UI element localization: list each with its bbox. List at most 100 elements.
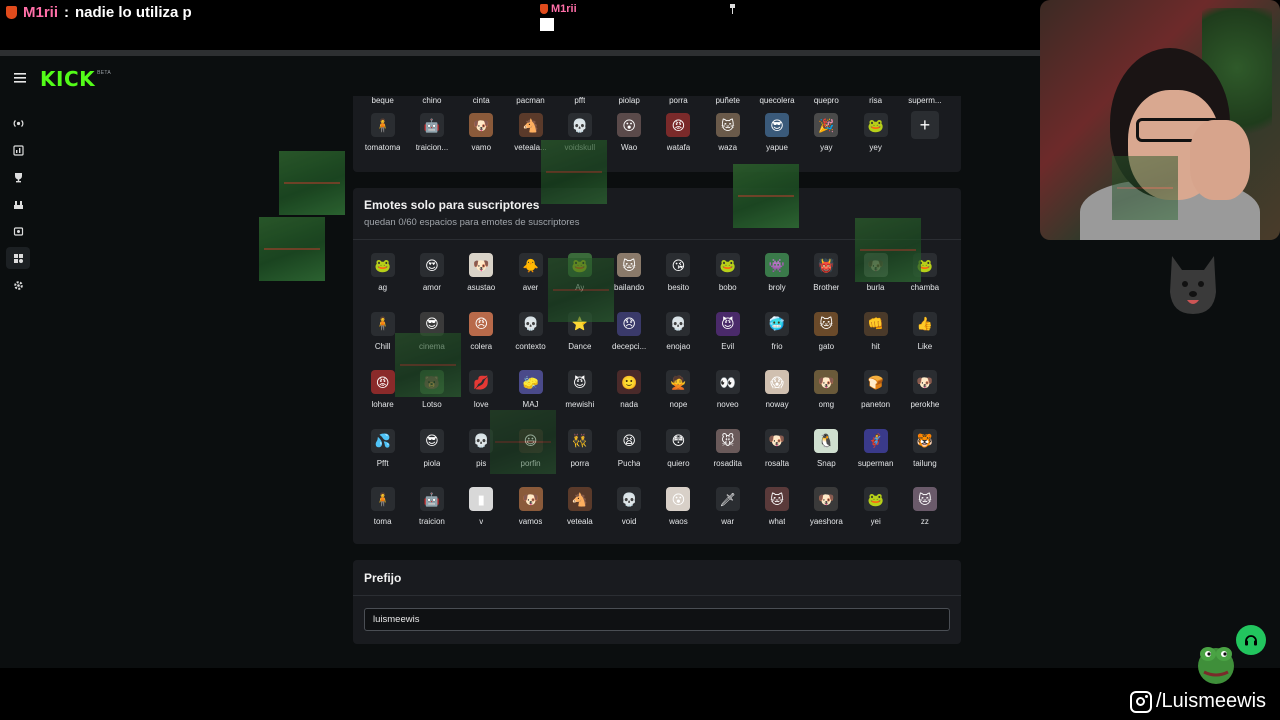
emote-image: 🐱 [765, 487, 790, 512]
emote-item[interactable]: 😈 Evil [703, 309, 752, 368]
emote-item[interactable]: 🐸 ag [358, 250, 407, 309]
sidebar-item-moderation[interactable] [6, 220, 30, 242]
emote-item[interactable]: 😎 piola [407, 426, 456, 485]
emote-item[interactable]: 🐶 vamos [506, 484, 555, 543]
emote-item[interactable]: 🤖 traicion [407, 484, 456, 543]
emote-name: tomatoma [364, 143, 401, 152]
emote-item[interactable]: 🥶 frio [752, 309, 801, 368]
emote-item[interactable]: 💀 enojao [654, 309, 703, 368]
emote-item[interactable]: 😠 colera [457, 309, 506, 368]
emote-item[interactable]: 👀 noveo [703, 367, 752, 426]
emote-item[interactable]: chino [407, 96, 456, 110]
emote-item[interactable]: 👹 Brother [802, 250, 851, 309]
emote-item[interactable]: quecolera [752, 96, 801, 110]
emote-item[interactable]: 🙅 nope [654, 367, 703, 426]
support-headset-button[interactable] [1236, 625, 1266, 655]
sidebar-item-gear[interactable] [6, 274, 30, 296]
add-emote-button[interactable]: + [910, 111, 939, 139]
emote-name: zz [920, 517, 929, 527]
prefix-input[interactable] [364, 608, 950, 631]
emote-item[interactable]: 🐱 what [752, 484, 801, 543]
emote-name: Lotso [422, 400, 442, 410]
emote-item[interactable]: 😳 quiero [654, 426, 703, 485]
kick-logo[interactable]: KICK BETA [40, 68, 111, 90]
emote-item[interactable]: 🐱 waza [703, 110, 752, 169]
emote-name: omg [818, 400, 835, 410]
emote-name: colera [470, 341, 493, 351]
emote-item[interactable]: 🐶 yaeshora [802, 484, 851, 543]
emote-item[interactable]: 😱 noway [752, 367, 801, 426]
stream-effect [279, 151, 345, 215]
emote-image: 🐴 [518, 113, 543, 137]
emote-name: bobo [718, 283, 737, 292]
emote-item[interactable]: 🦸 superman [851, 426, 900, 485]
emote-item[interactable]: 🐱 gato [802, 309, 851, 368]
chat-text: nadie lo utiliza p [75, 4, 192, 21]
emote-name: love [473, 400, 489, 410]
sidebar-item-community[interactable] [6, 193, 30, 215]
emote-item[interactable]: 🐶 vamo [457, 110, 506, 169]
emote-item[interactable]: pacman [506, 96, 555, 110]
emote-item[interactable]: 😮 Wao [604, 110, 653, 169]
emote-item[interactable]: 😘 besito [654, 250, 703, 309]
emote-item[interactable]: 💦 Pfft [358, 426, 407, 485]
emote-item[interactable]: 🐴 veteala [555, 484, 604, 543]
emote-item[interactable]: cinta [457, 96, 506, 110]
emote-item[interactable]: 👊 hit [851, 309, 900, 368]
emote-item[interactable]: 😎 yapue [752, 110, 801, 169]
emote-item[interactable]: 🧍 toma [358, 484, 407, 543]
sidebar-item-live[interactable] [6, 112, 30, 134]
emote-item[interactable]: 😈 mewishi [555, 367, 604, 426]
emote-image: 🙂 [617, 370, 642, 395]
emote-item[interactable]: 🐯 tailung [900, 426, 949, 485]
emote-item[interactable]: ▮ v [457, 484, 506, 543]
emote-item[interactable]: 🐶 omg [802, 367, 851, 426]
hamburger-menu-icon[interactable] [14, 72, 28, 84]
emote-item[interactable]: 🎉 yay [802, 110, 851, 169]
emote-item[interactable]: risa [851, 96, 900, 110]
pin-icon [730, 4, 735, 14]
emote-item[interactable]: 🐱 zz [900, 484, 949, 543]
emote-item[interactable]: 🐸 yey [851, 110, 900, 169]
emote-item[interactable]: 👾 broly [752, 250, 801, 309]
emote-item[interactable]: 👍 Like [900, 309, 949, 368]
emote-name: yapue [766, 143, 788, 152]
emote-item[interactable]: quepro [802, 96, 851, 110]
emote-item[interactable]: piolap [604, 96, 653, 110]
emote-image: 💀 [666, 311, 691, 336]
sidebar-item-dashboard[interactable] [6, 139, 30, 161]
emote-item[interactable]: 🐶 rosalta [752, 426, 801, 485]
emote-name: pfft [574, 96, 586, 105]
emote-item[interactable]: 👯 porra [555, 426, 604, 485]
stream-effect [548, 258, 614, 322]
emote-item[interactable]: 😍 amor [407, 250, 456, 309]
emote-item[interactable]: 🍞 paneton [851, 367, 900, 426]
emote-image: 😡 [666, 113, 691, 137]
emote-item[interactable]: porra [654, 96, 703, 110]
emote-item[interactable]: 🐭 rosadita [703, 426, 752, 485]
emote-item[interactable]: 🐸 bobo [703, 250, 752, 309]
dog-mascot-icon [1170, 256, 1216, 314]
emote-item[interactable]: 🤖 traicion... [407, 110, 456, 169]
clipped-emote-row: beque chino cinta pacman pfft piolap porra puñe… [358, 96, 950, 110]
emote-item[interactable]: 🐸 yei [851, 484, 900, 543]
sidebar-item-emotes[interactable] [6, 247, 30, 269]
emote-item[interactable]: 😡 watafa [654, 110, 703, 169]
emote-item[interactable]: puñete [703, 96, 752, 110]
emote-item[interactable]: 🐶 perokhe [900, 367, 949, 426]
emote-item[interactable]: 💀 void [604, 484, 653, 543]
emote-item[interactable]: superm... [900, 96, 949, 110]
emote-item[interactable]: beque [358, 96, 407, 110]
badge-icon [6, 6, 17, 19]
emote-name: toma [373, 517, 392, 527]
emote-item[interactable]: pfft [555, 96, 604, 110]
emote-item[interactable]: 🐶 asustao [457, 250, 506, 309]
emote-item[interactable]: 😫 Pucha [604, 426, 653, 485]
sidebar-item-trophy[interactable] [6, 166, 30, 188]
emote-item[interactable]: 🗡 war [703, 484, 752, 543]
gear-icon [13, 280, 23, 290]
emote-item[interactable]: 😮 waos [654, 484, 703, 543]
emote-item[interactable]: 🧍 tomatoma [358, 110, 407, 169]
emote-item[interactable]: 🙂 nada [604, 367, 653, 426]
emote-item[interactable]: 🐧 Snap [802, 426, 851, 485]
